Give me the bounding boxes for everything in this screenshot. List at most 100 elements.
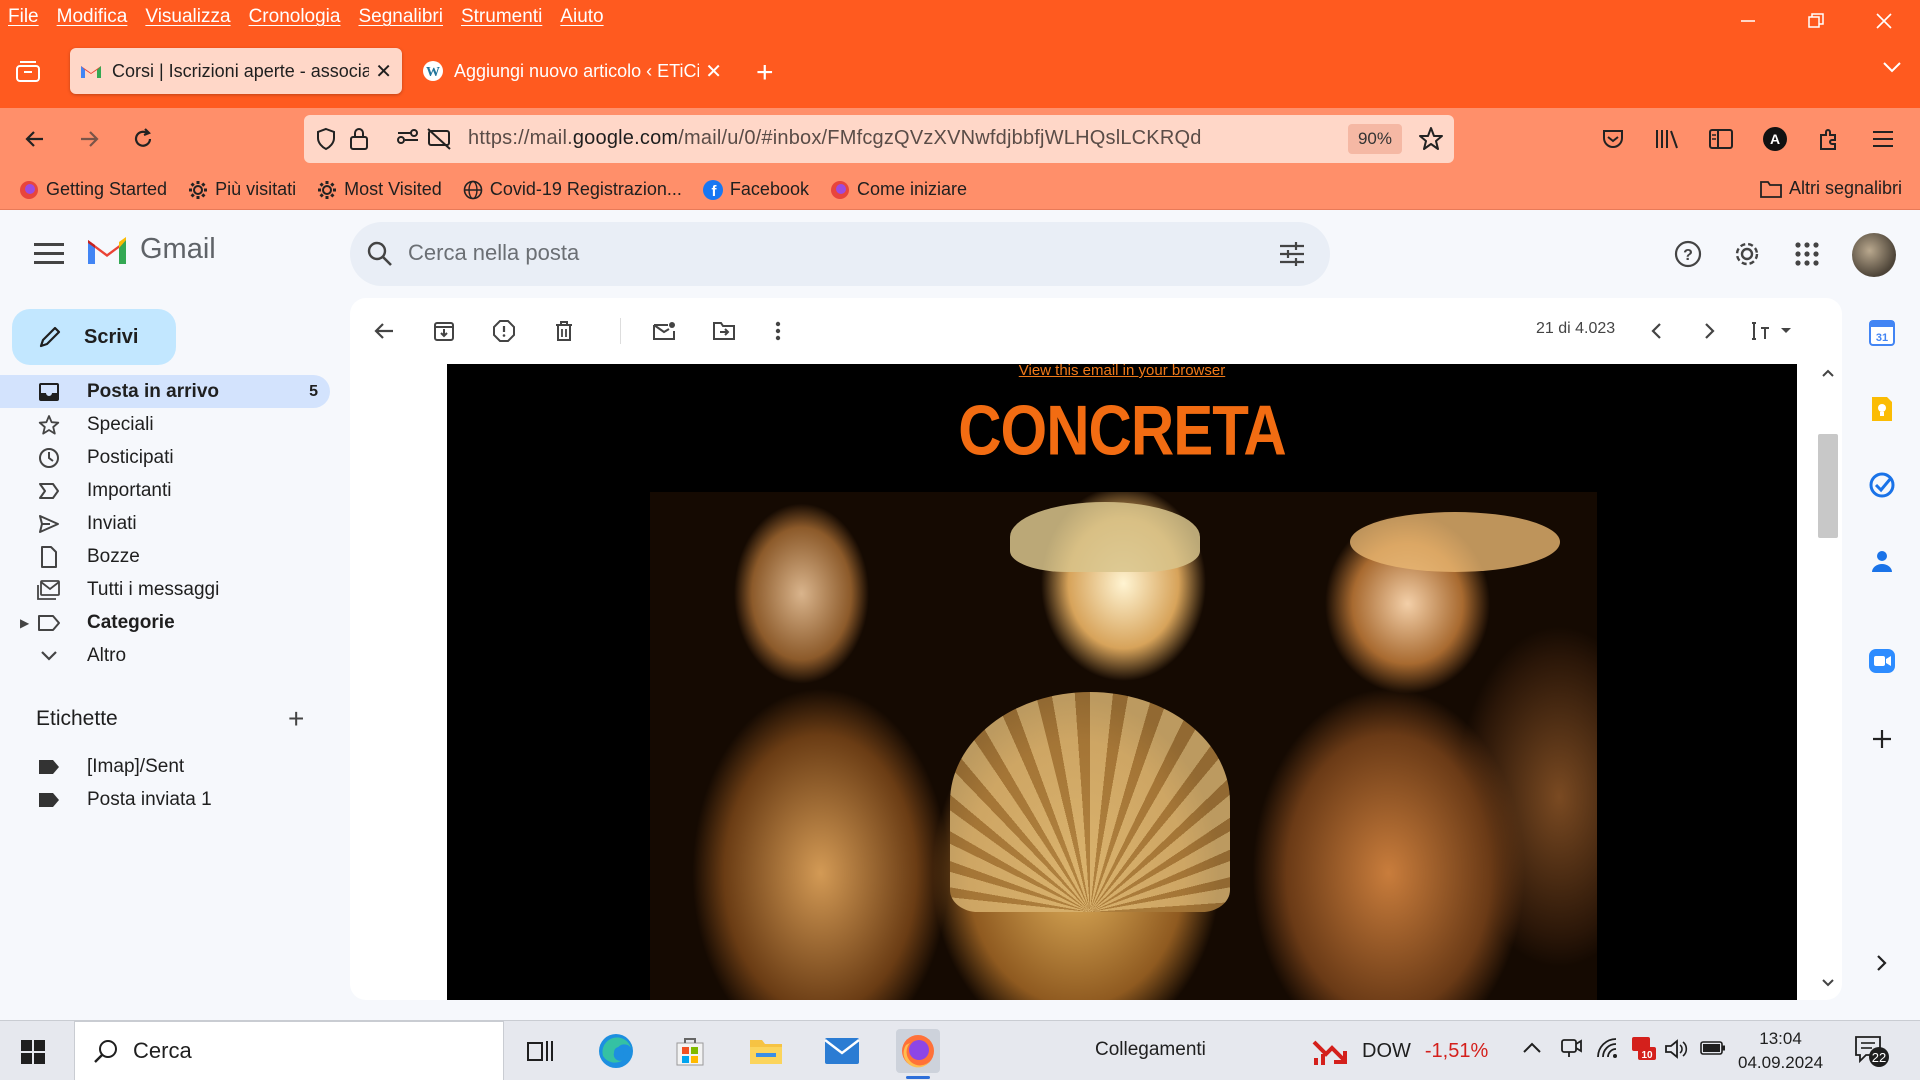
bookmark-covid[interactable]: Covid-19 Registrazion... (462, 179, 682, 201)
menu-visualizza[interactable]: Visualizza (145, 6, 230, 28)
search-icon[interactable] (366, 240, 394, 268)
nav-item-more[interactable]: Altro (0, 639, 330, 672)
mark-unread-button[interactable] (648, 315, 680, 347)
newer-message-button[interactable] (1640, 315, 1672, 347)
notification-center-button[interactable]: 22 (1854, 1035, 1890, 1067)
main-menu-icon[interactable] (34, 243, 64, 270)
label-item-imap-sent[interactable]: [Imap]/Sent (0, 750, 330, 783)
app-menu-button[interactable] (1866, 122, 1900, 156)
other-bookmarks[interactable]: Altri segnalibri (1759, 178, 1902, 199)
tab-wordpress[interactable]: W Aggiungi nuovo articolo ‹ ETiCi ✕ (412, 48, 732, 94)
contacts-app-button[interactable] (1864, 543, 1900, 579)
settings-button[interactable] (1730, 237, 1764, 271)
nav-item-categories[interactable]: ▶ Categorie (0, 606, 330, 639)
tab-list-button[interactable] (14, 58, 46, 88)
search-input[interactable] (408, 240, 1208, 266)
show-hidden-icons-button[interactable] (1522, 1039, 1542, 1060)
bookmark-getting-started[interactable]: Getting Started (18, 179, 167, 201)
get-addons-button[interactable] (1864, 721, 1900, 757)
expand-triangle-icon[interactable]: ▶ (20, 616, 29, 630)
extensions-button[interactable] (1812, 122, 1846, 156)
menu-cronologia[interactable]: Cronologia (249, 6, 341, 28)
close-tab-icon[interactable]: ✕ (375, 59, 392, 84)
tray-calendar-app[interactable]: 10 (1630, 1035, 1656, 1066)
bookmark-piu-visitati[interactable]: Più visitati (187, 179, 296, 201)
compose-button[interactable]: Scrivi (12, 309, 176, 365)
scroll-up-icon[interactable] (1822, 368, 1834, 378)
links-toolbar-label[interactable]: Collegamenti (1095, 1039, 1206, 1061)
bookmark-come-iniziare[interactable]: Come iniziare (829, 179, 967, 201)
nav-item-snoozed[interactable]: Posticipati (0, 441, 330, 474)
nav-item-inbox[interactable]: Posta in arrivo 5 (0, 375, 330, 408)
zoom-app-button[interactable] (1864, 643, 1900, 679)
taskbar-microsoft-store[interactable] (668, 1029, 712, 1073)
taskbar-search[interactable]: Cerca (74, 1021, 504, 1080)
stock-widget[interactable]: DOW -1,51% (1312, 1036, 1488, 1066)
task-view-button[interactable] (518, 1029, 562, 1073)
scrollbar-thumb[interactable] (1818, 434, 1838, 538)
search-options-icon[interactable] (1278, 240, 1306, 268)
list-all-tabs-button[interactable] (1882, 60, 1902, 79)
star-bookmark-icon[interactable] (1418, 126, 1444, 152)
permissions-icon[interactable] (396, 128, 420, 150)
url-text[interactable]: https://mail.google.com/mail/u/0/#inbox/… (468, 127, 1202, 150)
start-button[interactable] (20, 1039, 46, 1070)
back-button[interactable] (18, 122, 52, 156)
label-item-posta-inviata[interactable]: Posta inviata 1 (0, 783, 330, 816)
bookmark-most-visited[interactable]: Most Visited (316, 179, 442, 201)
address-bar[interactable]: https://mail.google.com/mail/u/0/#inbox/… (304, 115, 1454, 163)
add-label-button[interactable]: + (288, 703, 304, 735)
tasks-app-button[interactable] (1864, 467, 1900, 503)
reload-button[interactable] (126, 122, 160, 156)
help-button[interactable]: ? (1671, 237, 1705, 271)
delete-button[interactable] (548, 315, 580, 347)
nav-item-drafts[interactable]: Bozze (0, 540, 330, 573)
menu-file[interactable]: File (8, 6, 39, 28)
nav-item-all-mail[interactable]: Tutti i messaggi (0, 573, 330, 606)
menu-aiuto[interactable]: Aiuto (560, 6, 603, 28)
pocket-button[interactable] (1596, 122, 1630, 156)
move-to-button[interactable] (708, 315, 740, 347)
sidebar-toggle-button[interactable] (1704, 122, 1738, 156)
archive-button[interactable] (428, 315, 460, 347)
older-message-button[interactable] (1694, 315, 1726, 347)
report-spam-button[interactable] (488, 315, 520, 347)
taskbar-file-explorer[interactable] (744, 1029, 788, 1073)
tray-meet-now[interactable] (1560, 1037, 1582, 1064)
more-actions-button[interactable] (762, 315, 794, 347)
tray-battery[interactable] (1700, 1040, 1726, 1061)
taskbar-mail[interactable] (820, 1029, 864, 1073)
taskbar-firefox[interactable] (896, 1029, 940, 1079)
new-tab-button[interactable]: + (756, 56, 774, 90)
input-tools-button[interactable] (1748, 315, 1798, 347)
calendar-app-button[interactable]: 31 (1864, 315, 1900, 351)
tray-network[interactable] (1596, 1037, 1620, 1064)
account-avatar[interactable] (1852, 233, 1896, 277)
nav-item-important[interactable]: Importanti (0, 474, 330, 507)
keep-app-button[interactable] (1864, 391, 1900, 427)
screen-share-blocked-icon[interactable] (426, 127, 452, 151)
tray-volume[interactable] (1664, 1038, 1688, 1065)
tab-gmail[interactable]: Corsi | Iscrizioni aperte - associa ✕ (70, 48, 402, 94)
google-apps-button[interactable] (1790, 237, 1824, 271)
bookmark-facebook[interactable]: f Facebook (702, 179, 809, 201)
scroll-down-icon[interactable] (1822, 978, 1834, 988)
forward-button[interactable] (72, 122, 106, 156)
zoom-level-button[interactable]: 90% (1347, 124, 1402, 154)
menu-segnalibri[interactable]: Segnalibri (358, 6, 443, 28)
nav-item-sent[interactable]: Inviati (0, 507, 330, 540)
lock-icon[interactable] (348, 126, 370, 152)
close-tab-icon[interactable]: ✕ (705, 59, 722, 84)
system-clock[interactable]: 13:04 04.09.2024 (1738, 1027, 1823, 1075)
show-side-panel-button[interactable] (1864, 945, 1900, 981)
nav-item-starred[interactable]: Speciali (0, 408, 330, 441)
view-in-browser-link[interactable]: View this email in your browser (447, 364, 1797, 379)
library-button[interactable] (1650, 122, 1684, 156)
menu-modifica[interactable]: Modifica (57, 6, 128, 28)
account-button[interactable]: A (1758, 122, 1792, 156)
shield-icon[interactable] (314, 127, 338, 151)
gmail-logo[interactable]: Gmail (86, 233, 216, 266)
menu-strumenti[interactable]: Strumenti (461, 6, 542, 28)
taskbar-edge[interactable] (594, 1029, 638, 1073)
back-to-inbox-button[interactable] (368, 315, 400, 347)
